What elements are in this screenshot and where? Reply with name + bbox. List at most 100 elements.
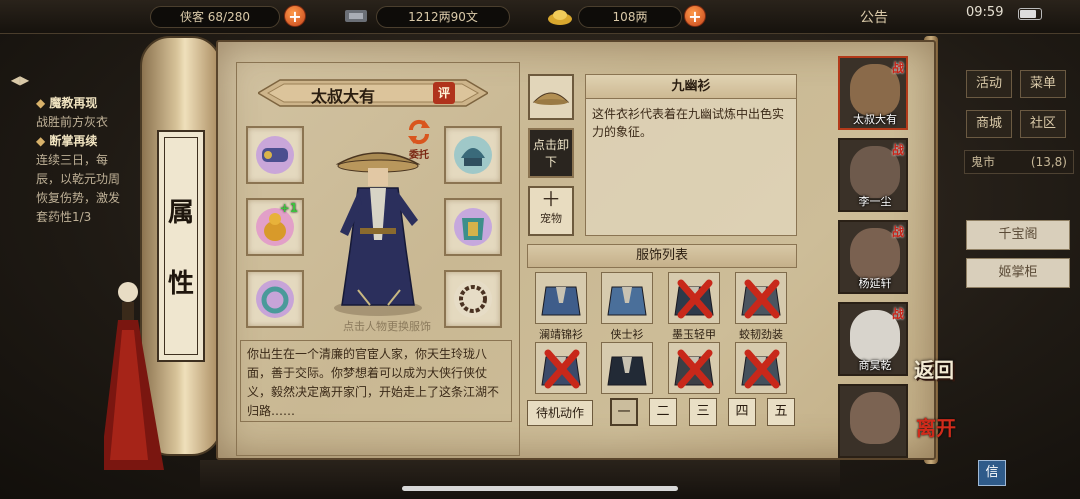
- roster-hero-card[interactable]: 战商昊乾: [838, 302, 908, 376]
- hero-roster: 战太叔大有战李一尘战杨延轩战商昊乾: [838, 56, 912, 460]
- top-resource-bar: 侠客 68/280 + 1212两90文 108两 + 公告 09:59: [0, 0, 1080, 34]
- battle-badge: 战: [891, 61, 904, 75]
- item-name: 九幽衫: [586, 75, 796, 99]
- mail-button[interactable]: 信: [978, 460, 1006, 486]
- selected-item-slot[interactable]: [528, 74, 574, 120]
- leave-button[interactable]: 离开: [916, 418, 968, 462]
- equip-slot-helmet[interactable]: [444, 126, 502, 184]
- item-detail-panel: 九幽衫 这件衣衫代表着在九幽试炼中出色实力的象征。: [585, 74, 797, 236]
- outfit-thumbnail: [735, 272, 787, 324]
- armor-icon: [454, 208, 492, 246]
- outfit-thumbnail: [535, 342, 587, 394]
- coin-icon: [345, 10, 367, 22]
- idle-page-3[interactable]: 三: [689, 398, 717, 426]
- quest-collapse-icon[interactable]: ◀▶: [10, 70, 30, 90]
- roster-hero-name: 李一尘: [858, 195, 892, 208]
- evaluate-button[interactable]: 评: [433, 82, 455, 104]
- unequip-button[interactable]: 点击卸下: [528, 128, 574, 178]
- outfit-item[interactable]: 澜靖锦衫: [534, 272, 588, 342]
- locked-x-icon: [744, 279, 780, 319]
- outfit-thumbnail: [735, 342, 787, 394]
- robe-icon: [607, 356, 647, 386]
- outfit-list-header: 服饰列表: [527, 244, 797, 268]
- gold-text: 108两: [612, 10, 648, 24]
- upgrade-level-badge: +1: [279, 201, 298, 215]
- outfit-thumbnail: [535, 272, 587, 324]
- return-label: 返回: [914, 358, 954, 382]
- outfit-item[interactable]: 侠士衫: [600, 272, 654, 342]
- community-button[interactable]: 社区: [1020, 110, 1066, 138]
- battle-badge: 战: [891, 225, 904, 239]
- locked-x-icon: [544, 349, 580, 389]
- money-text: 1212两90文: [408, 10, 478, 24]
- roster-hero-card[interactable]: 战太叔大有: [838, 56, 908, 130]
- prayer-beads-icon: [454, 280, 492, 318]
- pet-button[interactable]: ＋ 宠物: [528, 186, 574, 236]
- return-button[interactable]: 返回: [914, 360, 966, 406]
- tassel-ornament: [104, 282, 164, 470]
- equip-slot-armor[interactable]: [444, 198, 502, 256]
- outfit-thumbnail: [668, 342, 720, 394]
- status-time: 09:59: [966, 5, 1004, 20]
- equip-slot-hidden-weapon[interactable]: +1: [246, 198, 304, 256]
- disciple-count-text: 侠客 68/280: [179, 10, 251, 24]
- helmet-icon: [454, 136, 492, 174]
- activity-button[interactable]: 活动: [966, 70, 1012, 98]
- zhanggui-shop-button[interactable]: 姬掌柜: [966, 258, 1070, 288]
- roster-hero-name: 太叔大有: [853, 113, 897, 126]
- menu-button[interactable]: 菜单: [1020, 70, 1066, 98]
- outfit-label: 墨玉轻甲: [672, 328, 716, 341]
- leave-label: 离开: [916, 416, 956, 440]
- idle-page-4[interactable]: 四: [728, 398, 756, 426]
- locked-x-icon: [677, 279, 713, 319]
- hero-name: 太叔大有: [310, 87, 375, 106]
- idle-action-button[interactable]: 待机动作: [527, 400, 593, 426]
- battle-badge: 战: [891, 307, 904, 321]
- outfit-label: 澜靖锦衫: [539, 328, 583, 341]
- mall-button[interactable]: 商城: [966, 110, 1012, 138]
- roster-hero-card[interactable]: 战杨延轩: [838, 220, 908, 294]
- idle-page-1[interactable]: 一: [610, 398, 638, 426]
- outfit-thumbnail: [601, 272, 653, 324]
- battle-badge: 战: [891, 143, 904, 157]
- robe-icon: [541, 286, 581, 316]
- shop-panel: 千宝阁 姬掌柜: [966, 212, 1070, 292]
- hero-portrait[interactable]: [318, 140, 438, 320]
- change-outfit-hint: 点击人物更换服饰: [343, 320, 431, 333]
- outfit-thumbnail: [668, 272, 720, 324]
- money-display: 1212两90文: [376, 6, 510, 28]
- gauntlet-icon: [256, 136, 294, 174]
- add-gold-button[interactable]: +: [684, 5, 706, 27]
- qianbao-shop-button[interactable]: 千宝阁: [966, 220, 1070, 250]
- outfit-label: 蛟韧劲装: [739, 328, 783, 341]
- roster-hero-card[interactable]: 战李一尘: [838, 138, 908, 212]
- idle-page-5[interactable]: 五: [767, 398, 795, 426]
- hero-face-icon: [850, 392, 900, 444]
- bottom-dock: [200, 460, 840, 499]
- straw-hat-icon: [532, 92, 570, 105]
- location-coord: (13,8): [1030, 155, 1067, 169]
- roster-hero-name: 杨延轩: [858, 277, 892, 290]
- robe-icon: [607, 286, 647, 316]
- notice-button[interactable]: 公告: [860, 7, 888, 27]
- attribute-tab-char: 属: [167, 198, 194, 228]
- outfit-thumbnail: [601, 342, 653, 394]
- hero-bio: 你出生在一个清廉的官宦人家，你天生玲珑八面，善于交际。你梦想着可以成为大侠行侠仗…: [240, 340, 512, 422]
- location-name: 鬼市: [971, 155, 996, 169]
- home-indicator[interactable]: [402, 486, 678, 491]
- equip-slot-weapon[interactable]: [246, 126, 304, 184]
- pet-label: 宠物: [540, 212, 562, 225]
- add-disciple-button[interactable]: +: [284, 5, 306, 27]
- gold-display: 108两: [578, 6, 682, 28]
- battery-icon: [1018, 8, 1042, 20]
- plus-icon: ＋: [541, 187, 561, 211]
- locked-x-icon: [744, 349, 780, 389]
- roster-hero-name: 商昊乾: [858, 359, 892, 372]
- roster-hero-card[interactable]: [838, 384, 908, 458]
- outfit-item[interactable]: 墨玉轻甲: [667, 272, 721, 342]
- disciple-count: 侠客 68/280: [150, 6, 280, 28]
- outfit-item[interactable]: 蛟韧劲装: [734, 272, 788, 342]
- name-banner: 太叔大有 评: [258, 78, 488, 108]
- equip-slot-ring[interactable]: [246, 270, 304, 328]
- idle-page-2[interactable]: 二: [649, 398, 677, 426]
